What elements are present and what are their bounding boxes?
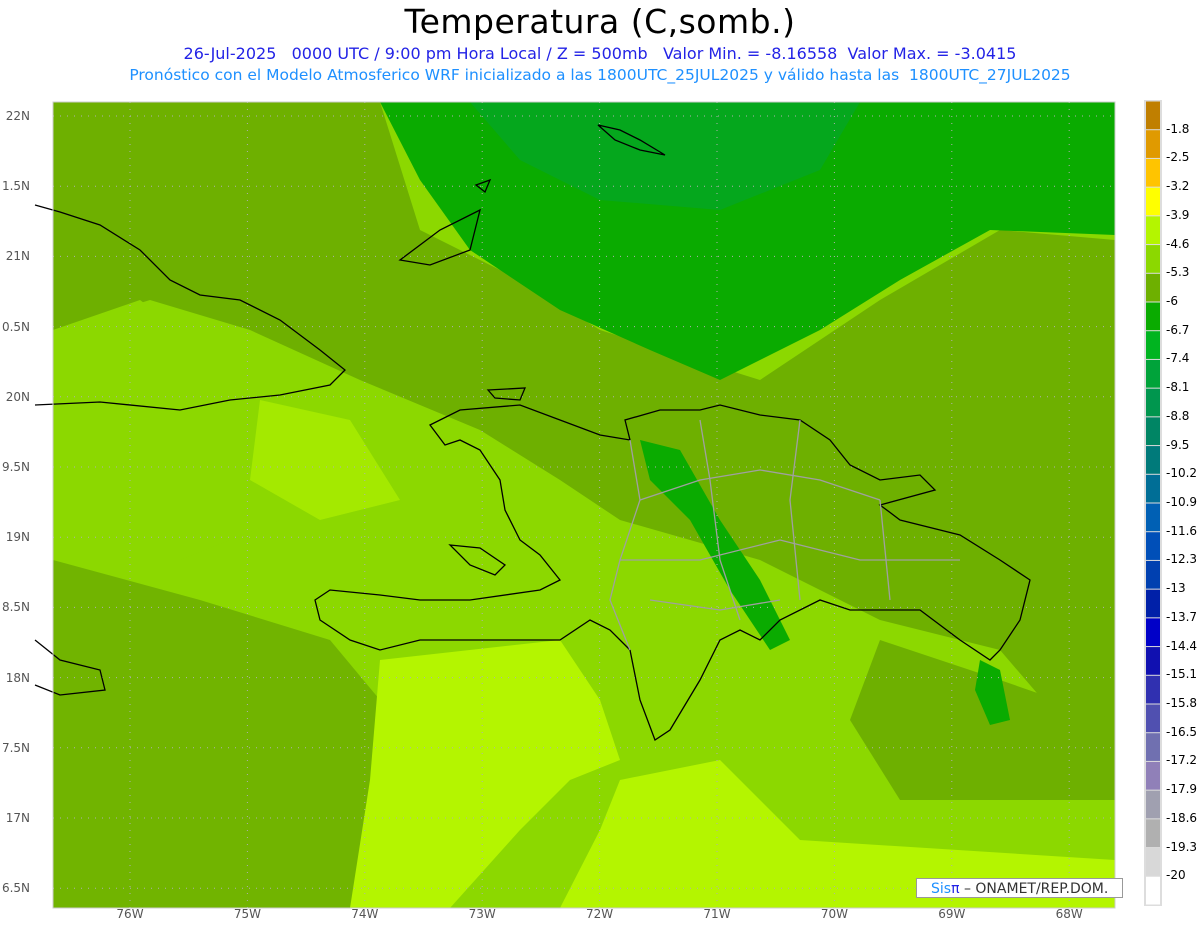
colorbar-swatch (1146, 359, 1160, 388)
longitude-label: 71W (703, 907, 731, 921)
colorbar-label: -14.4 (1166, 638, 1198, 653)
map-title: Temperatura (C,somb.) (404, 2, 796, 41)
colorbar-swatch (1146, 733, 1160, 761)
longitude-label: 72W (586, 907, 614, 921)
colorbar-swatch (1146, 675, 1160, 704)
colorbar-swatch (1146, 876, 1160, 905)
colorbar-swatch (1146, 532, 1160, 560)
colorbar-label: -3.9 (1166, 207, 1190, 222)
colorbar-swatch (1146, 158, 1160, 187)
latitude-label: 6.5N (1, 881, 30, 896)
colorbar-swatch (1146, 216, 1160, 245)
longitude-label: 68W (1055, 907, 1083, 921)
colorbar-label: -10.2 (1166, 466, 1198, 481)
colorbar-label: -9.5 (1166, 437, 1190, 452)
credit-text: – ONAMET/REP.DOM. (959, 881, 1109, 897)
colorbar-swatch (1146, 474, 1160, 503)
colorbar-label: -17.9 (1166, 782, 1198, 797)
colorbar-swatch (1146, 130, 1160, 158)
colorbar-label: -13 (1166, 581, 1186, 596)
colorbar-swatch (1146, 101, 1160, 130)
credit-box: Sisπ – ONAMET/REP.DOM. (916, 878, 1123, 898)
latitude-label: 7.5N (1, 740, 30, 755)
colorbar-label: -15.8 (1166, 696, 1198, 710)
latitude-label: 17N (5, 811, 30, 825)
longitude-label: 70W (820, 907, 848, 921)
longitude-label: 74W (351, 907, 379, 921)
colorbar-label: -1.8 (1166, 121, 1190, 136)
colorbar-swatch (1146, 790, 1160, 819)
colorbar-label: -6.7 (1166, 322, 1190, 337)
colorbar-label: -8.1 (1166, 380, 1190, 395)
colorbar-label: -19.3 (1166, 839, 1198, 854)
latitude-label: 21N (5, 249, 30, 264)
colorbar-label: -16.5 (1166, 724, 1198, 739)
model-info-subtitle: Pronóstico con el Modelo Atmosferico WRF… (129, 66, 1071, 84)
longitude-label: 73W (468, 907, 496, 921)
colorbar-swatch (1146, 417, 1160, 446)
colorbar-swatch (1146, 302, 1160, 331)
colorbar (1144, 100, 1162, 906)
colorbar-label: -3.2 (1166, 179, 1190, 194)
colorbar-swatch (1146, 704, 1160, 733)
colorbar-label: -20 (1166, 868, 1186, 883)
colorbar-swatch (1146, 560, 1160, 589)
colorbar-label: -15.1 (1166, 667, 1198, 682)
colorbar-swatch (1146, 273, 1160, 302)
colorbar-swatch (1146, 388, 1160, 417)
latitude-label: 0.5N (1, 319, 30, 334)
latitude-label: 19N (5, 530, 30, 545)
colorbar-swatch (1146, 245, 1160, 273)
colorbar-label: -7.4 (1166, 351, 1190, 366)
colorbar-label: -2.5 (1166, 150, 1190, 165)
colorbar-swatch (1146, 848, 1160, 876)
sispi-logo-sis: Sis (931, 881, 952, 897)
colorbar-label: -13.7 (1166, 609, 1198, 624)
colorbar-swatch (1146, 331, 1160, 359)
colorbar-swatch (1146, 589, 1160, 618)
colorbar-label: -17.2 (1166, 753, 1198, 768)
latitude-label: 1.5N (1, 179, 30, 194)
longitude-label: 76W (116, 907, 144, 921)
sispi-logo-pi: π (951, 881, 960, 897)
latitude-label: 18N (5, 670, 30, 685)
latitude-label: 22N (5, 109, 30, 123)
colorbar-swatch (1146, 446, 1160, 474)
temperature-map (34, 100, 1162, 909)
colorbar-swatch (1146, 503, 1160, 532)
colorbar-swatch (1146, 618, 1160, 647)
latitude-label: 9.5N (1, 460, 30, 474)
colorbar-label: -4.6 (1166, 236, 1190, 251)
longitude-label: 75W (233, 907, 261, 921)
latitude-label: 20N (5, 389, 30, 404)
latitude-label: 8.5N (1, 600, 30, 615)
colorbar-label: -11.6 (1166, 523, 1198, 538)
colorbar-label: -10.9 (1166, 495, 1198, 509)
longitude-label: 69W (938, 907, 966, 921)
colorbar-swatch (1146, 819, 1160, 848)
colorbar-label: -5.3 (1166, 265, 1190, 280)
colorbar-label: -8.8 (1166, 408, 1190, 423)
colorbar-label: -18.6 (1166, 810, 1198, 825)
colorbar-label: -6 (1166, 294, 1178, 308)
valid-time-subtitle: 26-Jul-2025 0000 UTC / 9:00 pm Hora Loca… (183, 44, 1017, 63)
colorbar-label: -12.3 (1166, 552, 1198, 567)
colorbar-swatch (1146, 761, 1160, 790)
colorbar-swatch (1146, 647, 1160, 675)
colorbar-swatch (1146, 187, 1160, 216)
